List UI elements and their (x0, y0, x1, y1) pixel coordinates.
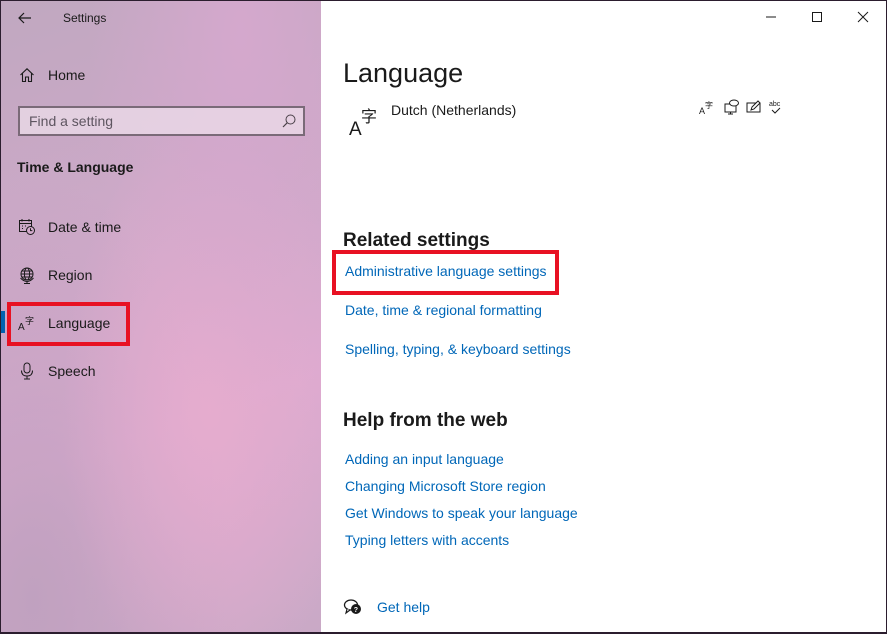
calendar-clock-icon (18, 218, 36, 236)
sidebar-item-label: Language (48, 315, 111, 331)
globe-icon (18, 266, 36, 284)
language-list-item[interactable]: A 字 Dutch (Netherlands) A 字 abc (343, 99, 783, 139)
back-button[interactable] (13, 7, 37, 29)
search-input[interactable] (20, 108, 270, 134)
link-administrative-language-settings[interactable]: Administrative language settings (345, 263, 547, 279)
get-help-link[interactable]: Get help (377, 599, 430, 615)
sidebar-item-region[interactable]: Region (1, 255, 321, 295)
sidebar: Settings Home Time & Language (1, 1, 321, 632)
link-typing-letters-accents[interactable]: Typing letters with accents (345, 532, 509, 548)
link-changing-store-region[interactable]: Changing Microsoft Store region (345, 478, 546, 494)
sidebar-item-label: Speech (48, 363, 96, 379)
home-icon (18, 66, 36, 84)
svg-text:?: ? (354, 607, 358, 614)
sidebar-item-date-time[interactable]: Date & time (1, 207, 321, 247)
maximize-icon (812, 12, 822, 22)
link-date-time-regional-formatting[interactable]: Date, time & regional formatting (345, 302, 542, 318)
microphone-icon (18, 362, 36, 380)
sidebar-item-label: Date & time (48, 219, 122, 235)
page-title: Language (343, 58, 464, 88)
link-windows-speak-language[interactable]: Get Windows to speak your language (345, 505, 578, 521)
search-icon[interactable] (281, 113, 297, 129)
nav-home-label: Home (48, 67, 86, 83)
app-title: Settings (63, 11, 107, 25)
svg-text:abc: abc (769, 101, 781, 108)
close-icon (857, 11, 869, 23)
get-help-icon: ? (343, 599, 361, 615)
svg-text:字: 字 (361, 107, 377, 126)
nav-home[interactable]: Home (1, 61, 321, 89)
help-from-web-heading: Help from the web (343, 410, 508, 431)
main-content: Language A 字 Dutch (Netherlands) A 字 abc… (321, 1, 886, 632)
svg-text:A: A (18, 322, 25, 332)
back-arrow-icon (18, 12, 31, 24)
minimize-button[interactable] (748, 1, 794, 33)
sidebar-item-language[interactable]: A 字 Language (1, 303, 321, 343)
spell-check-icon: abc (769, 101, 781, 114)
maximize-button[interactable] (794, 1, 840, 33)
link-adding-input-language[interactable]: Adding an input language (345, 451, 504, 467)
handwriting-icon (746, 100, 761, 113)
svg-text:字: 字 (705, 100, 713, 110)
section-title: Time & Language (17, 159, 134, 175)
language-large-icon: A 字 (349, 107, 377, 137)
display-language-icon: A 字 (699, 100, 713, 115)
close-button[interactable] (840, 1, 886, 33)
language-icon: A 字 (18, 314, 36, 332)
settings-window: Settings Home Time & Language (1, 1, 886, 632)
language-name: Dutch (Netherlands) (391, 102, 517, 118)
speech-icon (724, 99, 739, 115)
search-box[interactable] (18, 106, 305, 136)
minimize-icon (766, 16, 776, 18)
link-spelling-typing-keyboard-settings[interactable]: Spelling, typing, & keyboard settings (345, 341, 571, 357)
svg-text:字: 字 (25, 315, 34, 327)
sidebar-item-label: Region (48, 267, 93, 283)
related-settings-heading: Related settings (343, 230, 490, 251)
sidebar-item-speech[interactable]: Speech (1, 351, 321, 391)
